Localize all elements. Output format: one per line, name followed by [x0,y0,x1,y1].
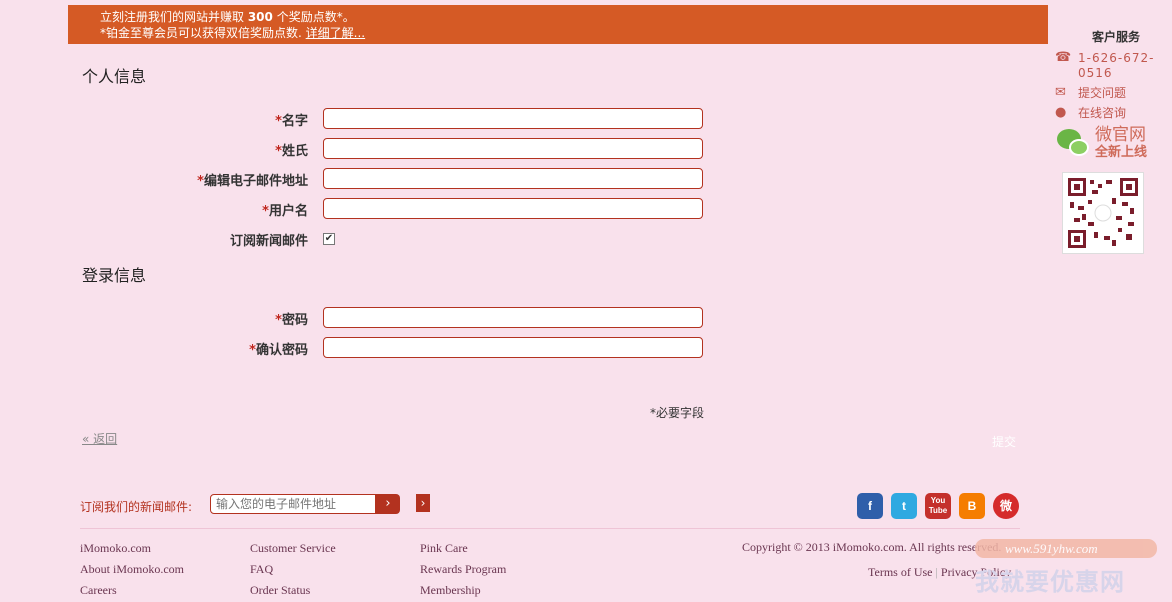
mail-icon: ✉ [1055,85,1066,100]
newsletter-checkbox[interactable]: ✔ [323,233,335,245]
footer-link[interactable]: Rewards Program [420,559,506,580]
username-row: *用户名 [82,198,703,220]
legal-separator: | [935,565,938,579]
facebook-icon[interactable]: f [857,493,883,519]
newsletter-signup-label: 订阅我们的新闻邮件: [80,500,193,514]
newsletter-email-input[interactable] [210,494,376,514]
email-input[interactable] [323,168,703,189]
required-fields-note: *必要字段 [650,406,705,420]
footer-column-3: Pink Care Rewards Program Membership [420,538,506,601]
promo-text-end: 个奖励点数*。 [272,10,355,24]
footer-link[interactable]: Careers [80,580,184,601]
wechat-title: 微官网 [1095,125,1146,145]
platinum-note: *铂金至尊会员可以获得双倍奖励点数. [100,26,302,40]
promo-line-2: *铂金至尊会员可以获得双倍奖励点数. 详细了解... [100,25,1048,41]
qr-code [1062,172,1144,254]
footer-link[interactable]: Order Status [250,580,336,601]
watermark-url: www.591yhw.com [975,539,1157,558]
username-label: *用户名 [262,204,308,219]
chat-icon: ● [1055,105,1067,120]
last-name-input[interactable] [323,138,703,159]
footer-link[interactable]: iMomoko.com [80,538,184,559]
youtube-icon[interactable]: You Tube [925,493,951,519]
arrow-button[interactable]: › [416,494,430,512]
wechat-subtitle: 全新上线 [1095,145,1148,160]
footer-link[interactable]: Pink Care [420,538,506,559]
confirm-password-input[interactable] [323,337,703,358]
password-label: *密码 [275,313,308,328]
phone-item: ☎ 1-626-672-0516 [1055,51,1165,81]
personal-info-title: 个人信息 [82,67,147,86]
first-name-input[interactable] [323,108,703,129]
newsletter-row: 订阅新闻邮件 ✔ [82,228,703,250]
confirm-password-row: *确认密码 [82,337,703,359]
login-info-title: 登录信息 [82,266,147,285]
confirm-password-label: *确认密码 [249,343,308,358]
copyright-text: Copyright © 2013 iMomoko.com. All rights… [742,540,1002,554]
footer-link[interactable]: About iMomoko.com [80,559,184,580]
newsletter-label: 订阅新闻邮件 [229,234,308,249]
password-input[interactable] [323,307,703,328]
live-chat-link[interactable]: ● 在线咨询 [1055,106,1165,121]
newsletter-signup: 订阅我们的新闻邮件: › [80,493,420,517]
customer-service-title: 客户服务 [1091,30,1140,44]
promo-points: 300 [247,10,273,24]
username-input[interactable] [323,198,703,219]
footer-divider [80,528,1020,529]
weibo-icon[interactable]: 微 [993,493,1019,519]
phone-number: 1-626-672-0516 [1078,51,1155,80]
footer-link[interactable]: Customer Service [250,538,336,559]
footer-column-1: iMomoko.com About iMomoko.com Careers [80,538,184,601]
first-name-label: *名字 [275,114,308,129]
promo-banner: 立刻注册我们的网站并赚取 300 个奖励点数*。 *铂金至尊会员可以获得双倍奖励… [68,5,1048,44]
promo-text: 立刻注册我们的网站并赚取 [100,10,248,24]
submit-button[interactable]: 提交 [992,433,1016,450]
last-name-label: *姓氏 [275,144,308,159]
blogger-icon[interactable]: B [959,493,985,519]
phone-icon: ☎ [1055,50,1072,65]
twitter-icon[interactable]: t [891,493,917,519]
footer-column-2: Customer Service FAQ Order Status [250,538,336,601]
footer-link[interactable]: FAQ [250,559,336,580]
email-label: *编辑电子邮件地址 [197,174,308,189]
promo-line-1: 立刻注册我们的网站并赚取 300 个奖励点数*。 [100,9,1048,25]
last-name-row: *姓氏 [82,138,703,160]
submit-ticket-link[interactable]: ✉ 提交问题 [1055,86,1165,101]
watermark-text: 我就要优惠网 [975,568,1125,596]
terms-link[interactable]: Terms of Use [868,565,932,579]
learn-more-link[interactable]: 详细了解... [306,26,365,40]
newsletter-submit-button[interactable]: › [376,494,400,514]
wechat-promo[interactable]: 微官网 全新上线 [1055,126,1165,162]
footer-link[interactable]: Membership [420,580,506,601]
wechat-icon [1055,127,1091,161]
password-row: *密码 [82,307,703,329]
email-row: *编辑电子邮件地址 [82,168,703,190]
customer-service-sidebar: 客户服务 ☎ 1-626-672-0516 ✉ 提交问题 ● 在线咨询 微官网 … [1055,28,1165,254]
first-name-row: *名字 [82,108,703,130]
back-link[interactable]: « 返回 [82,430,117,447]
social-links: f t You Tube B 微 [857,493,1019,519]
